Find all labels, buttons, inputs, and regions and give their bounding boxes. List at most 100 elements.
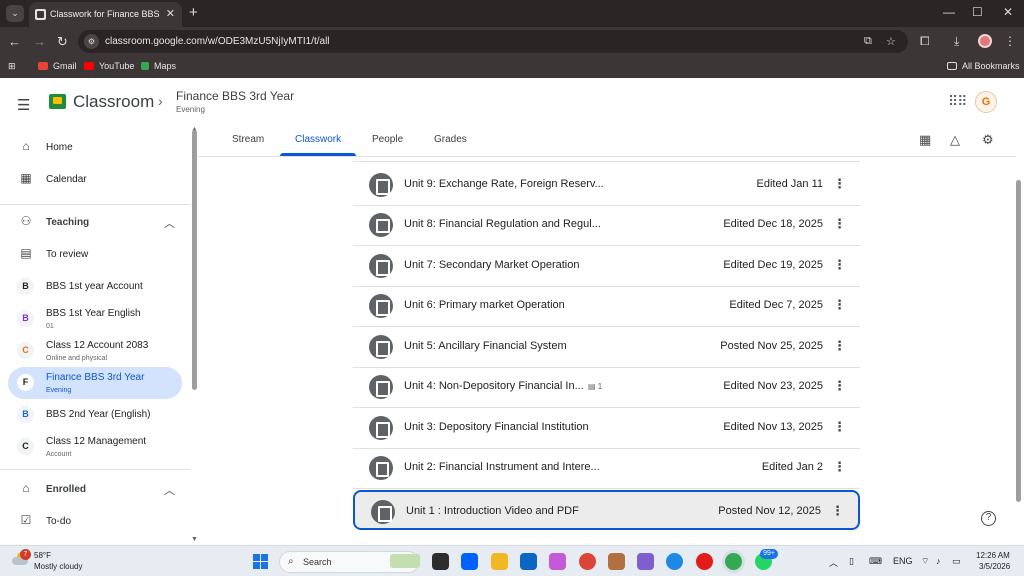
tab-classwork[interactable]: Classwork: [295, 134, 341, 145]
edge-icon[interactable]: [666, 553, 683, 570]
more-options-icon[interactable]: ⋮: [833, 459, 846, 475]
topic-row[interactable]: Unit 5: Ancillary Financial System Posted…: [353, 327, 860, 368]
google-drive-icon[interactable]: △: [950, 132, 960, 148]
tab-stream[interactable]: Stream: [232, 134, 264, 145]
chevron-up-icon[interactable]: ︿: [164, 482, 175, 498]
new-tab-button[interactable]: +: [189, 4, 198, 21]
bookmark-star-icon[interactable]: ☆: [886, 35, 896, 48]
help-icon[interactable]: ?: [981, 511, 996, 526]
topic-row[interactable]: Unit 1 : Introduction Video and PDF Poste…: [353, 490, 860, 530]
topic-title[interactable]: Unit 6: Primary market Operation: [404, 299, 565, 311]
sidebar-item-class[interactable]: B BBS 2nd Year (English): [8, 399, 182, 431]
battery-icon[interactable]: ▭: [952, 556, 961, 567]
site-info-icon[interactable]: ⚙: [84, 34, 99, 49]
classroom-logo-icon[interactable]: [49, 94, 66, 109]
topic-title[interactable]: Unit 5: Ancillary Financial System: [404, 340, 567, 352]
profile-avatar[interactable]: [978, 34, 992, 48]
downloads-icon[interactable]: ⤓: [954, 34, 959, 49]
google-apps-icon[interactable]: ⠿⠿: [948, 93, 967, 110]
language-indicator[interactable]: ENG: [893, 556, 913, 566]
topic-title[interactable]: Unit 4: Non-Depository Financial In...: [404, 380, 584, 392]
more-options-icon[interactable]: ⋮: [833, 176, 846, 192]
more-options-icon[interactable]: ⋮: [833, 216, 846, 232]
windows-start-icon[interactable]: [253, 554, 268, 569]
outlook-icon[interactable]: [520, 553, 537, 570]
main-scrollbar[interactable]: [1016, 180, 1021, 502]
account-avatar[interactable]: G: [975, 91, 997, 113]
more-options-icon[interactable]: ⋮: [833, 419, 846, 435]
sidebar-item-class[interactable]: B BBS 1st year Account: [8, 271, 182, 303]
chrome-active-icon[interactable]: [725, 553, 742, 570]
topic-title[interactable]: Unit 3: Depository Financial Institution: [404, 421, 589, 433]
app-name[interactable]: Classroom: [73, 92, 154, 112]
apps-grid-icon[interactable]: ⊞: [8, 61, 16, 72]
sidebar-item-calendar[interactable]: ▦ Calendar: [8, 164, 182, 196]
dropbox-icon[interactable]: [461, 553, 478, 570]
chrome-menu-icon[interactable]: ⋮: [1004, 34, 1016, 48]
topic-row[interactable]: Unit 4: Non-Depository Financial In... ▤ …: [353, 367, 860, 408]
teams-icon[interactable]: [637, 553, 654, 570]
all-bookmarks-button[interactable]: All Bookmarks: [947, 61, 1020, 71]
chrome-app-icon[interactable]: [579, 553, 596, 570]
back-button[interactable]: ←: [8, 34, 21, 49]
more-options-icon[interactable]: ⋮: [831, 503, 844, 519]
class-title[interactable]: Finance BBS 3rd Year: [176, 89, 294, 103]
address-bar[interactable]: ⚙ classroom.google.com/w/ODE3MzU5NjIyMTI…: [78, 30, 908, 53]
more-options-icon[interactable]: ⋮: [833, 297, 846, 313]
more-options-icon[interactable]: ⋮: [833, 378, 846, 394]
widgets-landscape-icon[interactable]: [390, 554, 420, 568]
bookmark-gmail[interactable]: Gmail: [38, 61, 77, 71]
bookmark-maps[interactable]: Maps: [141, 61, 176, 71]
reader-app-icon[interactable]: [608, 553, 625, 570]
tab-people[interactable]: People: [372, 134, 403, 145]
scroll-down-arrow[interactable]: ▼: [191, 536, 198, 543]
topic-row[interactable]: Unit 2: Financial Instrument and Intere.…: [353, 448, 860, 489]
topic-title[interactable]: Unit 8: Financial Regulation and Regul..…: [404, 218, 601, 230]
topic-row[interactable]: Unit 3: Depository Financial Institution…: [353, 408, 860, 449]
topic-row[interactable]: Unit 9: Exchange Rate, Foreign Reserv...…: [353, 165, 860, 206]
sidebar-scrollbar[interactable]: [192, 130, 197, 390]
sidebar-item-class-active[interactable]: F Finance BBS 3rd Year Evening: [8, 367, 182, 399]
topic-row[interactable]: Unit 6: Primary market Operation Edited D…: [353, 286, 860, 327]
clock-date[interactable]: 3/5/2026: [979, 562, 1010, 571]
close-window-button[interactable]: ✕: [1003, 5, 1013, 19]
install-app-icon[interactable]: ⧉: [864, 35, 872, 48]
sidebar-item-class[interactable]: C Class 12 Management Account: [8, 431, 182, 463]
tray-keyboard-icon[interactable]: ⌨: [869, 556, 882, 567]
copilot-icon[interactable]: [549, 553, 566, 570]
bookmark-youtube[interactable]: YouTube: [84, 61, 134, 71]
topic-row[interactable]: Unit 8: Financial Regulation and Regul..…: [353, 205, 860, 246]
google-calendar-icon[interactable]: ▦: [919, 132, 931, 148]
browser-tab[interactable]: Classwork for Finance BBS 3rd Year ✕: [29, 2, 182, 27]
more-options-icon[interactable]: ⋮: [833, 257, 846, 273]
tab-close-icon[interactable]: ✕: [166, 7, 175, 20]
volume-icon[interactable]: ♪: [936, 556, 941, 566]
reload-button[interactable]: ↻: [57, 34, 68, 50]
opera-icon[interactable]: [696, 553, 713, 570]
tray-usb-icon[interactable]: ▯: [849, 556, 854, 567]
sidebar-item-todo[interactable]: ☑ To-do: [8, 506, 182, 538]
topic-title[interactable]: Unit 7: Secondary Market Operation: [404, 259, 579, 271]
topic-title[interactable]: Unit 9: Exchange Rate, Foreign Reserv...: [404, 178, 604, 190]
topic-title[interactable]: Unit 2: Financial Instrument and Intere.…: [404, 461, 600, 473]
tab-grades[interactable]: Grades: [434, 134, 467, 145]
sidebar-item-home[interactable]: ⌂ Home: [8, 132, 182, 164]
main-menu-icon[interactable]: ☰: [17, 96, 30, 114]
extensions-icon[interactable]: ⧠: [920, 34, 930, 49]
sidebar-item-class[interactable]: C Class 12 Account 2083 Online and physi…: [8, 335, 182, 367]
minimize-button[interactable]: —: [943, 5, 955, 19]
chevron-up-icon[interactable]: ︿: [164, 215, 175, 231]
tray-chevron-up-icon[interactable]: ︿: [829, 556, 838, 569]
clock-time[interactable]: 12:26 AM: [976, 551, 1010, 560]
maximize-button[interactable]: ☐: [972, 5, 983, 19]
more-options-icon[interactable]: ⋮: [833, 338, 846, 354]
topic-title[interactable]: Unit 1 : Introduction Video and PDF: [406, 505, 579, 517]
class-settings-gear-icon[interactable]: ⚙: [982, 132, 994, 148]
sidebar-item-to-review[interactable]: ▤ To review: [8, 239, 182, 271]
task-view-icon[interactable]: [432, 553, 449, 570]
url-text[interactable]: classroom.google.com/w/ODE3MzU5NjIyMTI1/…: [105, 36, 330, 47]
sidebar-section-enrolled[interactable]: ⌂ Enrolled ︿: [8, 474, 182, 506]
wifi-icon[interactable]: ⌔: [921, 556, 929, 567]
forward-button[interactable]: →: [33, 34, 46, 49]
file-explorer-icon[interactable]: [491, 553, 508, 570]
